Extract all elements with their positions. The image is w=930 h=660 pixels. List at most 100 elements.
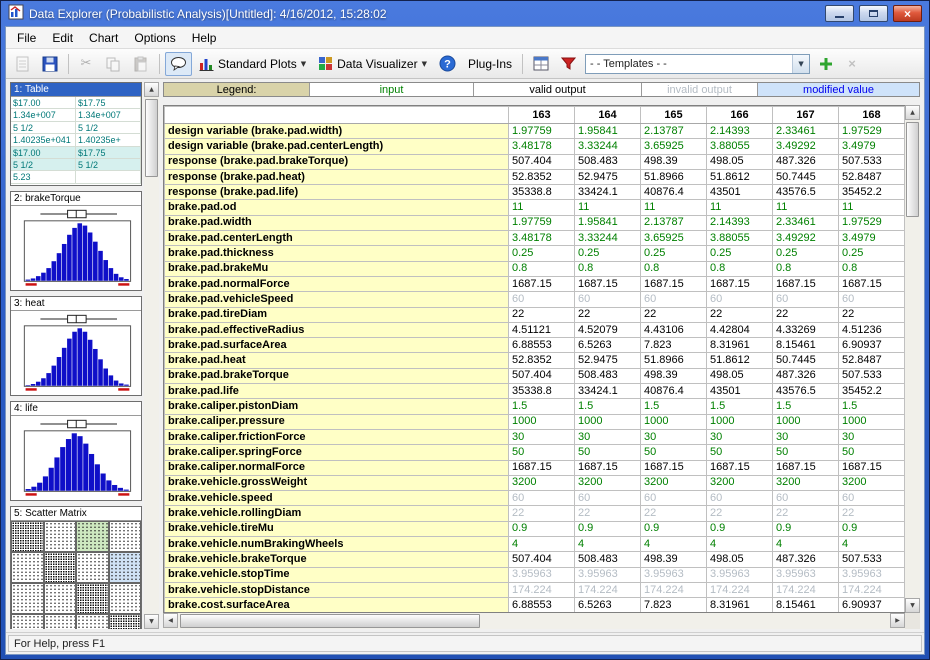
- cell-value[interactable]: 508.483: [575, 368, 641, 383]
- row-name[interactable]: brake.vehicle.grossWeight: [165, 475, 509, 490]
- cell-value[interactable]: 3.95963: [707, 567, 773, 582]
- cell-value[interactable]: 33424.1: [575, 384, 641, 399]
- row-name[interactable]: brake.pad.heat: [165, 353, 509, 368]
- cell-value[interactable]: 1.97529: [839, 124, 905, 139]
- cell-value[interactable]: 507.533: [839, 552, 905, 567]
- cell-value[interactable]: 35452.2: [839, 185, 905, 200]
- row-name[interactable]: brake.pad.od: [165, 200, 509, 215]
- cell-value[interactable]: 1687.15: [641, 276, 707, 291]
- row-name[interactable]: design variable (brake.pad.width): [165, 124, 509, 139]
- thumbnail-scatter-matrix[interactable]: 5: Scatter Matrix: [10, 506, 142, 629]
- cell-value[interactable]: 11: [839, 200, 905, 215]
- cell-value[interactable]: 1687.15: [641, 460, 707, 475]
- cell-value[interactable]: 4.51236: [839, 322, 905, 337]
- cell-value[interactable]: 43501: [707, 384, 773, 399]
- thumbnail-table[interactable]: 1: Table $17.00$17.751.34e+0071.34e+0075…: [10, 82, 142, 186]
- column-header[interactable]: 163: [509, 107, 575, 124]
- cell-value[interactable]: 174.224: [839, 582, 905, 597]
- cell-value[interactable]: 3.95963: [575, 567, 641, 582]
- cell-value[interactable]: 3200: [839, 475, 905, 490]
- row-name[interactable]: brake.vehicle.rollingDiam: [165, 506, 509, 521]
- cell-value[interactable]: 52.9475: [575, 169, 641, 184]
- menu-item-edit[interactable]: Edit: [44, 28, 81, 48]
- cell-value[interactable]: 3.95963: [839, 567, 905, 582]
- cell-value[interactable]: 30: [641, 429, 707, 444]
- cell-value[interactable]: 2.14393: [707, 124, 773, 139]
- scroll-down-icon[interactable]: ▼: [905, 598, 920, 613]
- cell-value[interactable]: 498.05: [707, 154, 773, 169]
- cell-value[interactable]: 0.25: [707, 246, 773, 261]
- cell-value[interactable]: 0.25: [641, 246, 707, 261]
- cell-value[interactable]: 43501: [707, 185, 773, 200]
- thumbnail-heat[interactable]: 3: heat: [10, 296, 142, 396]
- cell-value[interactable]: 3.48178: [509, 231, 575, 246]
- cell-value[interactable]: 6.5263: [575, 338, 641, 353]
- cell-value[interactable]: 4: [839, 537, 905, 552]
- comments-toggle-button[interactable]: [165, 52, 192, 76]
- cell-value[interactable]: 2.33461: [773, 215, 839, 230]
- column-header[interactable]: 168: [839, 107, 905, 124]
- cell-value[interactable]: 22: [839, 506, 905, 521]
- cell-value[interactable]: 8.15461: [773, 598, 839, 613]
- cell-value[interactable]: 50: [575, 445, 641, 460]
- cell-value[interactable]: 60: [575, 491, 641, 506]
- cell-value[interactable]: 60: [707, 292, 773, 307]
- cell-value[interactable]: 52.8352: [509, 353, 575, 368]
- cell-value[interactable]: 507.404: [509, 368, 575, 383]
- add-template-button[interactable]: [814, 52, 838, 76]
- row-name[interactable]: brake.pad.vehicleSpeed: [165, 292, 509, 307]
- column-header[interactable]: 167: [773, 107, 839, 124]
- cell-value[interactable]: 1687.15: [773, 460, 839, 475]
- cell-value[interactable]: 50: [707, 445, 773, 460]
- cell-value[interactable]: 1687.15: [509, 460, 575, 475]
- cell-value[interactable]: 30: [839, 429, 905, 444]
- cell-value[interactable]: 4: [773, 537, 839, 552]
- row-name[interactable]: brake.caliper.pistonDiam: [165, 399, 509, 414]
- cell-value[interactable]: 3200: [575, 475, 641, 490]
- scrollbar-track[interactable]: [144, 97, 159, 614]
- cell-value[interactable]: 0.9: [707, 521, 773, 536]
- cell-value[interactable]: 1687.15: [773, 276, 839, 291]
- cell-value[interactable]: 0.9: [839, 521, 905, 536]
- new-document-button[interactable]: [10, 52, 35, 76]
- cell-value[interactable]: 4: [641, 537, 707, 552]
- row-name[interactable]: brake.pad.tireDiam: [165, 307, 509, 322]
- cell-value[interactable]: 8.31961: [707, 338, 773, 353]
- cell-value[interactable]: 60: [839, 491, 905, 506]
- scroll-right-icon[interactable]: ▶: [890, 613, 905, 628]
- thumbnail-braketorque[interactable]: 2: brakeTorque: [10, 191, 142, 291]
- cell-value[interactable]: 50: [641, 445, 707, 460]
- sidebar-scrollbar[interactable]: ▲ ▼: [144, 82, 159, 629]
- scroll-up-icon[interactable]: ▲: [144, 82, 159, 97]
- cell-value[interactable]: 60: [773, 491, 839, 506]
- row-name[interactable]: brake.vehicle.brakeTorque: [165, 552, 509, 567]
- cell-value[interactable]: 50.7445: [773, 353, 839, 368]
- cell-value[interactable]: 6.90937: [839, 338, 905, 353]
- cell-value[interactable]: 8.15461: [773, 338, 839, 353]
- cell-value[interactable]: 3.33244: [575, 139, 641, 154]
- row-name[interactable]: brake.pad.brakeTorque: [165, 368, 509, 383]
- cell-value[interactable]: 0.8: [839, 261, 905, 276]
- row-name[interactable]: brake.pad.effectiveRadius: [165, 322, 509, 337]
- scrollbar-track[interactable]: [905, 120, 920, 598]
- row-name[interactable]: response (brake.pad.life): [165, 185, 509, 200]
- scroll-left-icon[interactable]: ◀: [163, 613, 178, 628]
- table-horizontal-scrollbar[interactable]: ◀ ▶: [163, 613, 905, 629]
- cell-value[interactable]: 0.25: [839, 246, 905, 261]
- cell-value[interactable]: 4.51121: [509, 322, 575, 337]
- row-name[interactable]: brake.pad.centerLength: [165, 231, 509, 246]
- cell-value[interactable]: 60: [641, 491, 707, 506]
- cell-value[interactable]: 0.9: [575, 521, 641, 536]
- cell-value[interactable]: 6.88553: [509, 338, 575, 353]
- cell-value[interactable]: 11: [509, 200, 575, 215]
- cell-value[interactable]: 3200: [773, 475, 839, 490]
- cell-value[interactable]: 6.88553: [509, 598, 575, 613]
- cell-value[interactable]: 60: [773, 292, 839, 307]
- cell-value[interactable]: 50: [839, 445, 905, 460]
- cell-value[interactable]: 4.43106: [641, 322, 707, 337]
- templates-dropdown-arrow[interactable]: ▼: [792, 55, 809, 73]
- cell-value[interactable]: 1000: [641, 414, 707, 429]
- cell-value[interactable]: 1.5: [575, 399, 641, 414]
- cell-value[interactable]: 22: [839, 307, 905, 322]
- row-name[interactable]: brake.pad.width: [165, 215, 509, 230]
